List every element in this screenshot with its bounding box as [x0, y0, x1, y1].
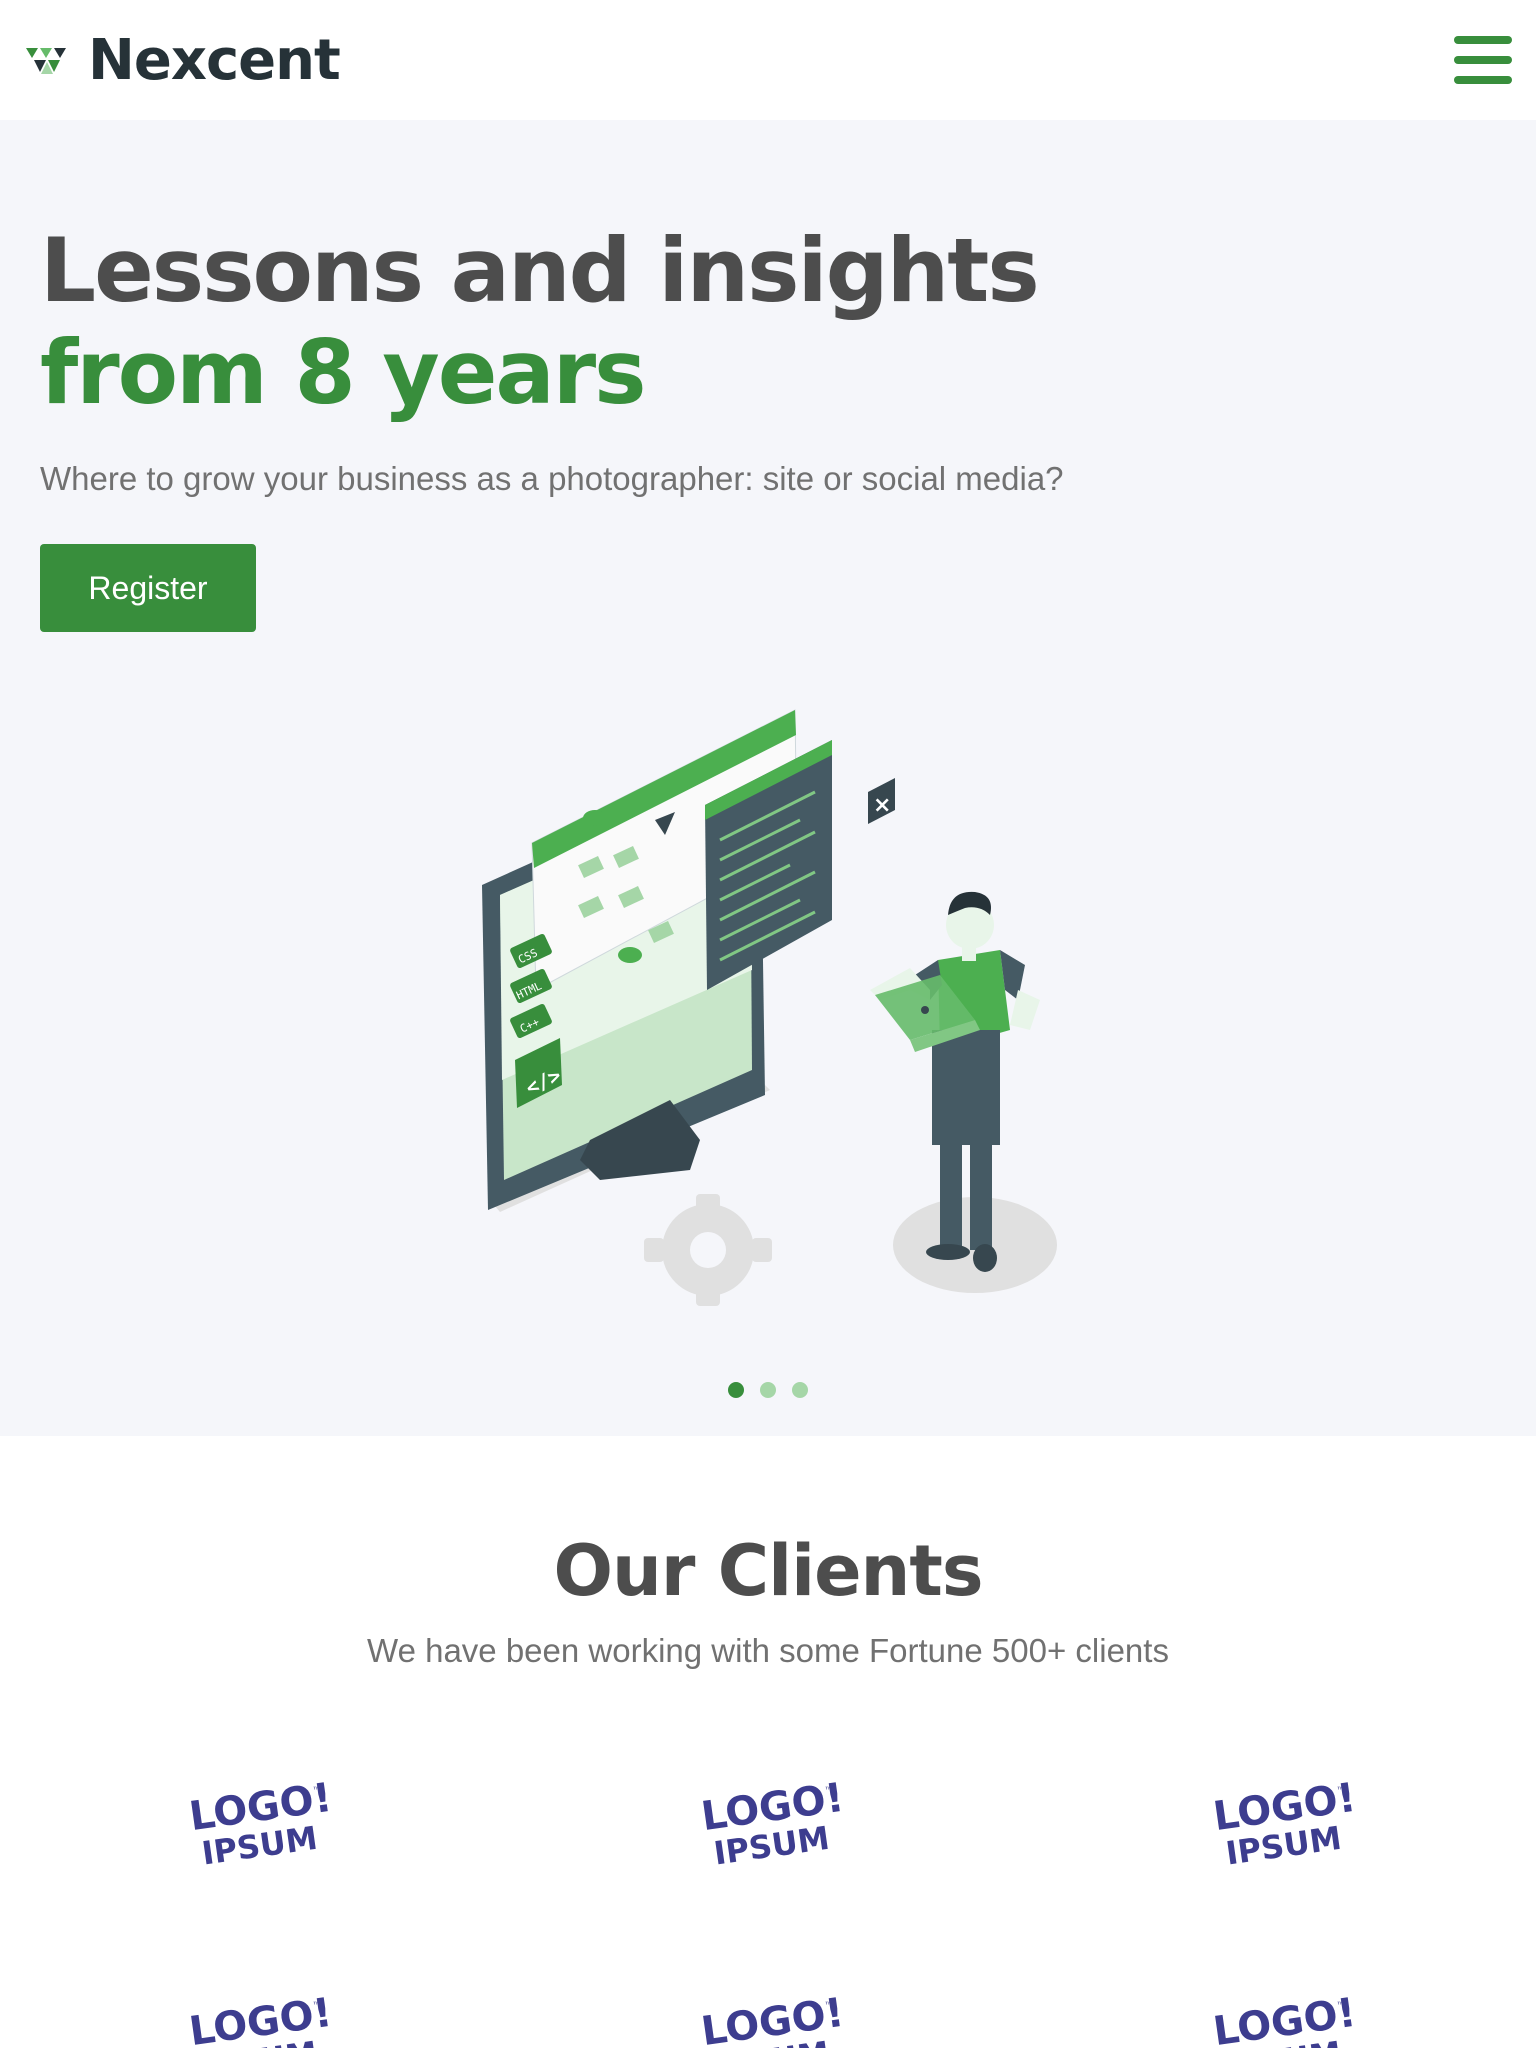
clients-title: Our Clients [553, 1530, 983, 1612]
carousel-dot-2[interactable] [760, 1382, 776, 1398]
navbar: Nexcent [0, 0, 1536, 120]
client-logo: LOGO!IPSUM™ [692, 1770, 847, 1880]
svg-text:™: ™ [1336, 1786, 1346, 1797]
close-badge-icon: × [868, 778, 895, 824]
logo-ipsum-icon: LOGO!IPSUM™ [1211, 1990, 1359, 2048]
svg-text:™: ™ [824, 1786, 834, 1797]
carousel-indicators [0, 1382, 1536, 1398]
clients-subtitle: We have been working with some Fortune 5… [367, 1632, 1169, 1669]
hero-title-line2: from 8 years [40, 321, 647, 424]
client-logo: LOGO!IPSUM™ [692, 1985, 847, 2048]
brand-logo-icon [26, 48, 66, 74]
developer-illustration: CSS HTML C++ </> × [482, 709, 1057, 1306]
logo-ipsum-icon: LOGO!IPSUM™ [187, 1775, 335, 1873]
client-logo: LOGO!IPSUM™ [180, 1770, 335, 1880]
gear-icon [644, 1194, 772, 1306]
brand-name: Nexcent [88, 27, 341, 93]
client-logo: LOGO!IPSUM™ [1204, 1985, 1359, 2048]
logo-ipsum-icon: LOGO!IPSUM™ [1211, 1775, 1359, 1873]
svg-text:™: ™ [312, 2001, 322, 2012]
client-logo: LOGO!IPSUM™ [180, 1985, 335, 2048]
logo-ipsum-icon: LOGO!IPSUM™ [187, 1990, 335, 2048]
svg-text:™: ™ [1336, 2001, 1346, 2012]
hamburger-menu-icon[interactable] [1454, 36, 1512, 84]
logo-ipsum-icon: LOGO!IPSUM™ [699, 1990, 847, 2048]
hero-section: Lessons and insights from 8 years Where … [0, 120, 1536, 1436]
svg-text:™: ™ [312, 1786, 322, 1797]
svg-text:™: ™ [824, 2001, 834, 2012]
carousel-dot-3[interactable] [792, 1382, 808, 1398]
hero-subtitle: Where to grow your business as a photogr… [40, 460, 1064, 497]
brand-logo[interactable]: Nexcent [24, 27, 341, 93]
menu-bar [1454, 36, 1512, 44]
register-button[interactable]: Register [40, 544, 256, 632]
svg-text:×: × [873, 793, 891, 818]
hero-title-line1: Lessons and insights [40, 219, 1040, 322]
menu-bar [1454, 76, 1512, 84]
client-logo: LOGO!IPSUM™ [1204, 1770, 1359, 1880]
menu-bar [1454, 56, 1512, 64]
carousel-dot-1[interactable] [728, 1382, 744, 1398]
logo-ipsum-icon: LOGO!IPSUM™ [699, 1775, 847, 1873]
hero-title: Lessons and insights from 8 years [40, 219, 1040, 424]
